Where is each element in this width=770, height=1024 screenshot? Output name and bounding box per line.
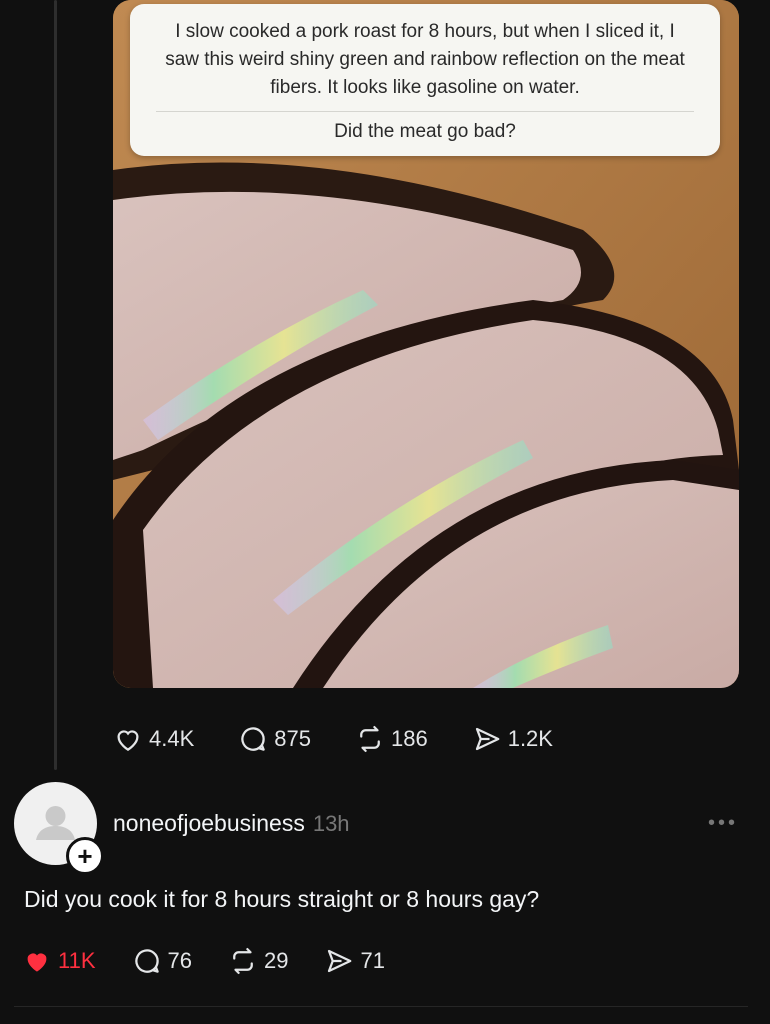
reply-text: Did you cook it for 8 hours straight or … xyxy=(24,886,540,912)
post-reply-button[interactable]: 875 xyxy=(238,724,311,754)
send-icon xyxy=(328,949,352,973)
image-caption-card: I slow cooked a pork roast for 8 hours, … xyxy=(130,4,720,156)
reply-timestamp: 13h xyxy=(312,811,350,836)
repost-icon xyxy=(360,726,380,752)
post-image[interactable]: I slow cooked a pork roast for 8 hours, … xyxy=(113,0,739,688)
divider xyxy=(14,1006,748,1007)
post-repost-count: 186 xyxy=(390,726,428,751)
post-repost-button[interactable]: 186 xyxy=(355,724,428,754)
comment-icon xyxy=(134,949,159,973)
repost-icon xyxy=(233,948,253,974)
post-actions: 4.4K 875 186 1.2K xyxy=(113,720,597,758)
caption-followup: Did the meat go bad? xyxy=(334,121,516,142)
reply-share-button[interactable]: 71 xyxy=(324,946,385,976)
thread-line xyxy=(54,0,57,770)
reply-like-button[interactable]: 11K xyxy=(22,946,96,976)
post-like-button[interactable]: 4.4K xyxy=(113,724,194,754)
send-icon xyxy=(475,727,500,751)
caption-question: I slow cooked a pork roast for 8 hours, … xyxy=(165,21,685,98)
follow-plus-button[interactable]: + xyxy=(66,837,104,875)
reply-header: noneofjoebusiness 13h xyxy=(113,810,350,837)
reply-like-count: 11K xyxy=(58,948,96,973)
reply-share-count: 71 xyxy=(360,948,385,973)
reply-repost-count: 29 xyxy=(264,948,289,973)
reply-repost-button[interactable]: 29 xyxy=(228,946,288,976)
reply-post: + noneofjoebusiness 13h ••• Did you cook … xyxy=(0,782,770,1024)
heart-filled-icon xyxy=(27,953,47,972)
reply-reply-count: 76 xyxy=(167,948,192,973)
post-share-count: 1.2K xyxy=(507,726,553,751)
heart-icon xyxy=(117,730,139,751)
more-options-button[interactable]: ••• xyxy=(708,812,738,835)
post-like-count: 4.4K xyxy=(149,726,195,751)
post-reply-count: 875 xyxy=(274,726,311,751)
caption-divider xyxy=(156,111,694,112)
reply-username[interactable]: noneofjoebusiness xyxy=(113,810,305,836)
comment-icon xyxy=(241,727,266,751)
reply-actions: 11K 76 29 71 xyxy=(22,942,421,980)
reply-reply-button[interactable]: 76 xyxy=(132,946,192,976)
post-share-button[interactable]: 1.2K xyxy=(472,724,553,754)
